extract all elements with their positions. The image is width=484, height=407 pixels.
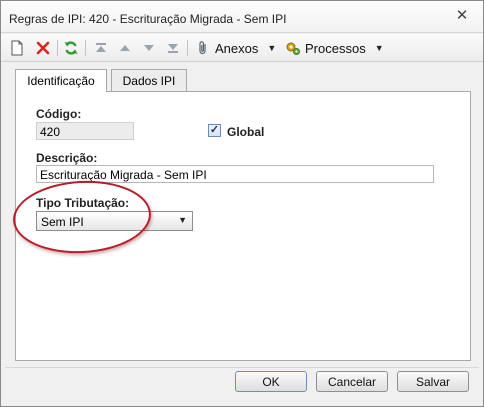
move-first-button[interactable] [93, 38, 109, 58]
toolbar-separator [85, 40, 86, 56]
new-button[interactable] [9, 38, 25, 58]
move-first-icon [96, 43, 106, 52]
processos-label: Processos [305, 40, 366, 56]
delete-button[interactable] [35, 38, 51, 58]
move-down-icon [144, 45, 154, 51]
toolbar-separator [187, 40, 188, 56]
tab-identificacao[interactable]: Identificação [15, 69, 107, 92]
tipo-tributacao-value: Sem IPI [41, 215, 84, 229]
anexos-label: Anexos [215, 40, 259, 56]
chevron-down-icon: ▼ [178, 215, 187, 225]
global-label: Global [227, 125, 265, 139]
chevron-down-icon: ▼ [267, 43, 277, 53]
move-last-button[interactable] [165, 38, 181, 58]
refresh-button[interactable] [63, 38, 79, 58]
chevron-down-icon: ▼ [374, 43, 384, 53]
window-title: Regras de IPI: 420 - Escrituração Migrad… [9, 12, 287, 26]
move-up-button[interactable] [117, 38, 133, 58]
move-last-icon [168, 44, 178, 53]
anexos-menu-button[interactable]: Anexos ▼ [195, 38, 276, 58]
paperclip-icon [199, 41, 206, 55]
footer-divider [5, 367, 479, 368]
descricao-label: Descrição: [36, 151, 98, 165]
toolbar: Anexos ▼ Processos ▼ [1, 34, 483, 62]
save-button[interactable]: Salvar [397, 371, 469, 392]
cancel-button[interactable]: Cancelar [316, 371, 388, 392]
tipo-tributacao-select[interactable]: Sem IPI ▼ [36, 211, 193, 231]
ok-button[interactable]: OK [235, 371, 307, 392]
move-down-button[interactable] [141, 38, 157, 58]
descricao-field[interactable]: Escrituração Migrada - Sem IPI [36, 165, 434, 183]
gears-icon [286, 42, 300, 55]
global-checkbox[interactable]: ✓ [208, 124, 221, 137]
tipo-tributacao-label: Tipo Tributação: [36, 196, 130, 210]
title-bar[interactable]: Regras de IPI: 420 - Escrituração Migrad… [1, 1, 483, 33]
tab-panel-identificacao: Código: 420 ✓ Global Descrição: Escritur… [15, 91, 471, 361]
codigo-field: 420 [36, 122, 134, 140]
new-document-icon [11, 40, 23, 56]
refresh-icon [64, 41, 78, 55]
codigo-label: Código: [36, 107, 82, 121]
dialog-window: Regras de IPI: 420 - Escrituração Migrad… [0, 0, 484, 407]
processos-menu-button[interactable]: Processos ▼ [285, 38, 384, 58]
close-button[interactable]: ✕ [455, 8, 469, 23]
tab-dados-ipi[interactable]: Dados IPI [111, 69, 187, 91]
move-up-icon [120, 45, 130, 51]
toolbar-separator [57, 40, 58, 56]
delete-icon [36, 41, 50, 55]
